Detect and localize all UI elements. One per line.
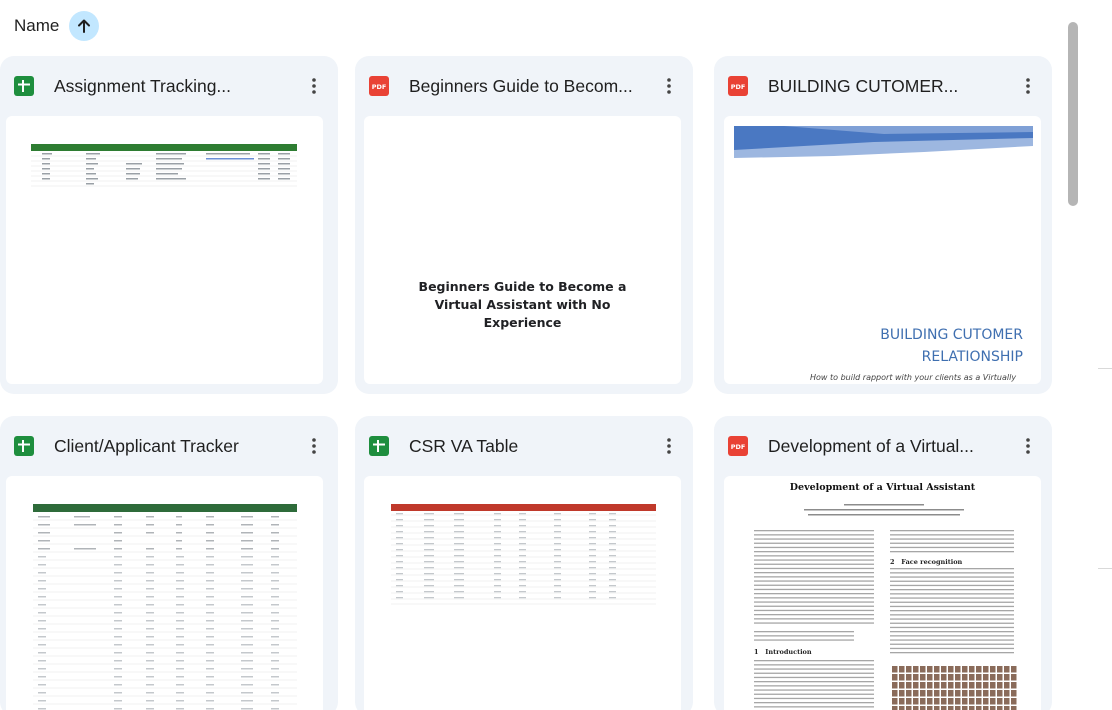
file-card-header: PDF Beginners Guide to Becom... [355, 56, 693, 116]
file-title[interactable]: CSR VA Table [409, 436, 655, 457]
sort-bar: Name [14, 10, 100, 42]
scrollbar-thumb[interactable] [1068, 22, 1078, 206]
file-title[interactable]: Development of a Virtual... [768, 436, 1014, 457]
more-vert-icon [1026, 78, 1030, 94]
file-card-header: PDF Development of a Virtual... [714, 416, 1052, 476]
file-card-header: CSR VA Table [355, 416, 693, 476]
divider [1098, 568, 1112, 569]
file-title[interactable]: Client/Applicant Tracker [54, 436, 300, 457]
preview-title-line: Beginners Guide to Become a [418, 279, 627, 294]
file-preview[interactable] [364, 476, 681, 710]
preview-title-line: Virtual Assistant with No [434, 297, 611, 312]
svg-text:PDF: PDF [731, 443, 746, 450]
preview-title-line: Experience [483, 315, 562, 330]
file-title[interactable]: BUILDING CUTOMER... [768, 76, 1014, 97]
file-preview[interactable]: BUILDING CUTOMER RELATIONSHIP How to bui… [724, 116, 1041, 384]
sort-label[interactable]: Name [14, 16, 59, 36]
divider [1098, 368, 1112, 369]
sheets-icon [14, 436, 34, 456]
more-options-button[interactable] [300, 72, 328, 100]
cover-subtitle: How to build rapport with your clients a… [810, 373, 1017, 382]
file-card[interactable]: Assignment Tracking... [0, 56, 338, 394]
file-card-header: PDF BUILDING CUTOMER... [714, 56, 1052, 116]
file-title[interactable]: Beginners Guide to Becom... [409, 76, 655, 97]
file-card-header: Client/Applicant Tracker [0, 416, 338, 476]
more-options-button[interactable] [1014, 432, 1042, 460]
more-options-button[interactable] [300, 432, 328, 460]
file-card[interactable]: CSR VA Table [355, 416, 693, 710]
file-preview[interactable]: Development of a Virtual Assistant 1 Int… [724, 476, 1041, 710]
more-vert-icon [312, 438, 316, 454]
more-vert-icon [667, 438, 671, 454]
file-grid: Assignment Tracking... PDF Beginners Gui… [0, 56, 1060, 710]
more-vert-icon [667, 78, 671, 94]
more-vert-icon [1026, 438, 1030, 454]
paper-body [754, 504, 1017, 710]
spreadsheet-preview [391, 504, 656, 605]
cover-title-line: BUILDING CUTOMER [880, 327, 1023, 343]
more-vert-icon [312, 78, 316, 94]
file-preview[interactable] [6, 476, 323, 710]
file-card[interactable]: PDF BUILDING CUTOMER... BUILDING CUTOMER… [714, 56, 1052, 394]
more-options-button[interactable] [655, 432, 683, 460]
svg-text:PDF: PDF [372, 83, 387, 90]
paper-section-heading: 1 Introduction [754, 648, 812, 656]
sheets-icon [369, 436, 389, 456]
svg-text:PDF: PDF [731, 83, 746, 90]
file-card[interactable]: Client/Applicant Tracker [0, 416, 338, 710]
file-card[interactable]: PDF Development of a Virtual... Developm… [714, 416, 1052, 710]
sort-direction-button[interactable] [69, 11, 100, 41]
file-card[interactable]: PDF Beginners Guide to Becom... Beginner… [355, 56, 693, 394]
file-preview[interactable] [6, 116, 323, 384]
pdf-icon: PDF [369, 76, 389, 96]
pdf-icon: PDF [728, 76, 748, 96]
file-title[interactable]: Assignment Tracking... [54, 76, 300, 97]
file-card-header: Assignment Tracking... [0, 56, 338, 116]
more-options-button[interactable] [655, 72, 683, 100]
vertical-scrollbar[interactable] [1064, 14, 1078, 704]
file-preview[interactable]: Beginners Guide to Become a Virtual Assi… [364, 116, 681, 384]
spreadsheet-preview [31, 144, 297, 187]
cover-banner [734, 126, 1033, 158]
sheets-icon [14, 76, 34, 96]
paper-section-heading: 2 Face recognition [890, 558, 963, 566]
pdf-icon: PDF [728, 436, 748, 456]
cover-title-line: RELATIONSHIP [921, 349, 1023, 365]
arrow-up-icon [78, 19, 91, 33]
more-options-button[interactable] [1014, 72, 1042, 100]
spreadsheet-preview [33, 504, 297, 710]
